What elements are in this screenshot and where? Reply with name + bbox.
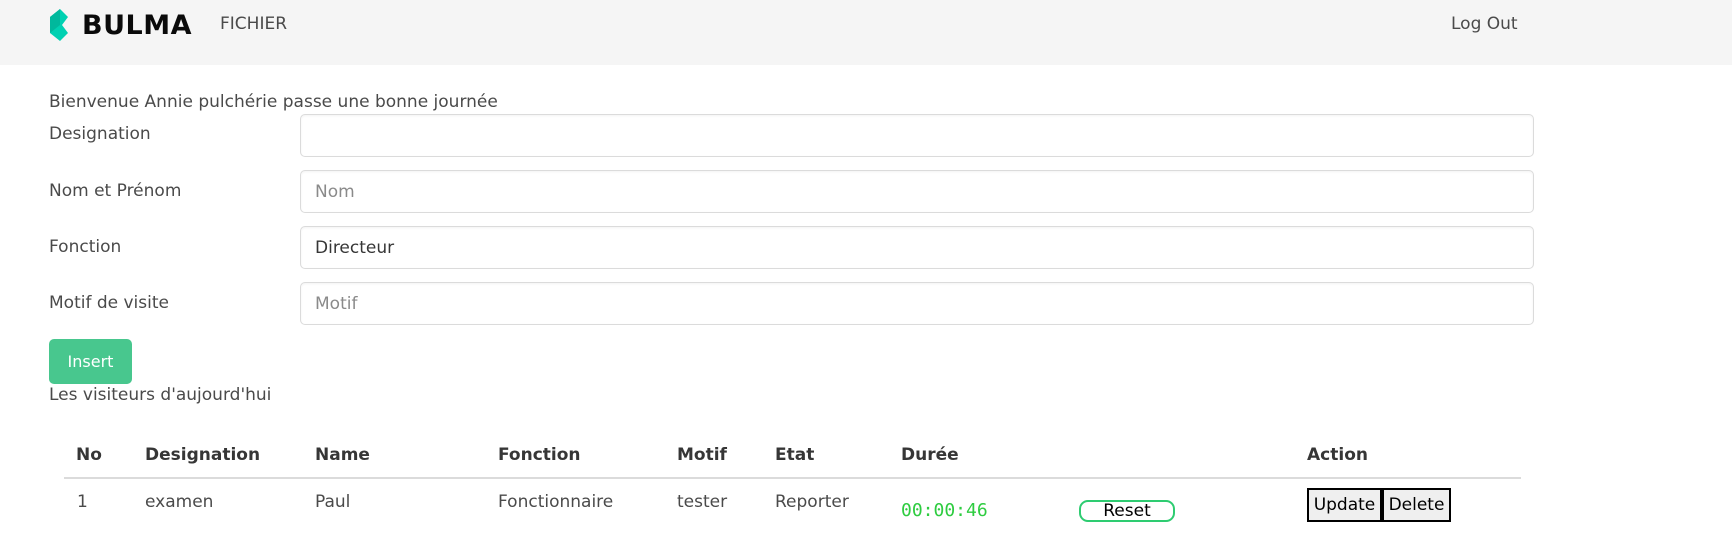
fonction-label: Fonction [49, 237, 122, 257]
update-button[interactable]: Update [1307, 488, 1382, 522]
row-no: 1 [77, 492, 88, 512]
visitors-title: Les visiteurs d'aujourd'hui [49, 385, 272, 405]
duration-timer: 00:00:46 [901, 500, 988, 521]
nom-input[interactable] [300, 170, 1534, 213]
row-fonction: Fonctionnaire [498, 492, 614, 512]
row-etat: Reporter [775, 492, 849, 512]
bulma-logo-icon [50, 9, 68, 41]
header-designation: Designation [145, 445, 261, 465]
fonction-input[interactable] [300, 226, 1534, 269]
header-divider [64, 477, 1521, 479]
welcome-message: Bienvenue Annie pulchérie passe une bonn… [49, 92, 498, 112]
motif-input[interactable] [300, 282, 1534, 325]
header-no: No [76, 445, 102, 465]
nom-label: Nom et Prénom [49, 181, 182, 201]
motif-label: Motif de visite [49, 293, 169, 313]
row-motif: tester [677, 492, 728, 512]
nav-fichier[interactable]: FICHIER [220, 14, 287, 34]
reset-button[interactable]: Reset [1079, 500, 1175, 522]
brand[interactable]: BULMA [48, 9, 192, 41]
row-designation: examen [145, 492, 214, 512]
logout-link[interactable]: Log Out [1451, 14, 1518, 34]
header-motif: Motif [677, 445, 727, 465]
header-duree: Durée [901, 445, 959, 465]
delete-button[interactable]: Delete [1382, 488, 1451, 522]
header-fonction: Fonction [498, 445, 581, 465]
header-name: Name [315, 445, 370, 465]
navbar: BULMA FICHIER Log Out [0, 0, 1732, 65]
header-action: Action [1307, 445, 1368, 465]
designation-label: Designation [49, 124, 151, 144]
designation-input[interactable] [300, 114, 1534, 157]
brand-name: BULMA [82, 9, 192, 41]
header-etat: Etat [775, 445, 815, 465]
insert-button[interactable]: Insert [49, 339, 132, 384]
row-name: Paul [315, 492, 351, 512]
